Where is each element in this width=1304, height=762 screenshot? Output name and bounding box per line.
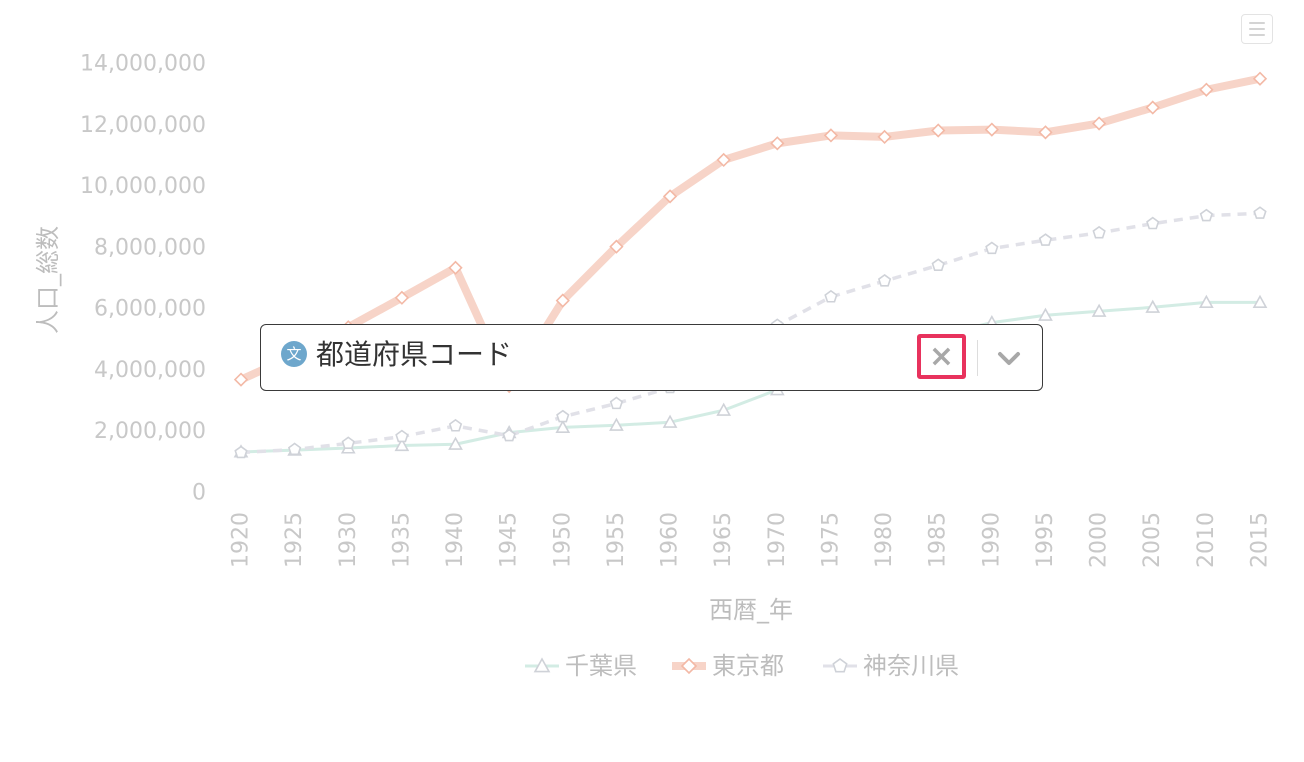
data-point [341, 436, 355, 450]
legend-label: 東京都 [712, 652, 784, 680]
prefecture-code-select[interactable]: 文 都道府県コード × [260, 324, 1043, 391]
y-axis-label: 人口_総数 [34, 226, 62, 334]
select-divider [977, 340, 978, 376]
data-point [824, 289, 838, 303]
x-tick-label: 1920 [229, 512, 254, 568]
select-value: 都道府県コード [316, 338, 513, 371]
data-point [832, 658, 848, 673]
x-tick-label: 1950 [550, 512, 575, 568]
x-tick-label: 2005 [1140, 512, 1165, 568]
x-tick-label: 1935 [389, 512, 414, 568]
chevron-down-icon[interactable] [996, 345, 1022, 371]
legend: 千葉県 東京都 神奈川県 [525, 652, 959, 680]
x-tick-label: 1930 [336, 512, 361, 568]
x-tick-label: 2015 [1248, 512, 1273, 568]
y-axis-ticks: 0 2,000,000 4,000,000 6,000,000 8,000,000 10,… [80, 52, 206, 506]
data-point [1038, 233, 1053, 246]
data-point [680, 657, 698, 675]
legend-label: 神奈川県 [863, 652, 959, 680]
x-tick-label: 2010 [1194, 512, 1219, 568]
text-type-icon: 文 [281, 341, 307, 367]
x-tick-label: 1960 [658, 512, 683, 568]
data-point [556, 409, 570, 423]
x-tick-label: 1940 [443, 512, 468, 568]
menu-line-icon [1249, 28, 1265, 30]
data-point [448, 418, 463, 432]
y-tick-label: 6,000,000 [94, 297, 206, 322]
data-point [1092, 225, 1106, 239]
x-tick-label: 1985 [926, 512, 951, 568]
x-tick-label: 1975 [818, 512, 843, 568]
legend-item[interactable]: 東京都 [672, 652, 784, 680]
data-point [609, 396, 624, 410]
legend-item[interactable]: 神奈川県 [823, 652, 959, 680]
y-tick-label: 10,000,000 [80, 174, 206, 199]
x-tick-label: 1965 [711, 512, 736, 568]
legend-item[interactable]: 千葉県 [525, 652, 637, 680]
data-point [287, 442, 302, 456]
y-tick-label: 0 [192, 481, 206, 506]
data-point [985, 241, 999, 255]
menu-line-icon [1249, 34, 1265, 36]
x-tick-label: 1995 [1033, 512, 1058, 568]
y-tick-label: 8,000,000 [94, 235, 206, 260]
series-lines [233, 71, 1268, 459]
data-point [1253, 206, 1267, 219]
data-point [234, 445, 248, 459]
x-axis-ticks: 1920 1925 1930 1935 1940 1945 1950 1955 1960 1965… [229, 512, 1273, 568]
clear-button[interactable]: × [917, 334, 966, 379]
x-tick-label: 1945 [497, 512, 522, 568]
y-tick-label: 2,000,000 [94, 419, 206, 444]
data-point [1146, 216, 1160, 230]
x-tick-label: 1990 [979, 512, 1004, 568]
data-point [1199, 208, 1214, 222]
chart-menu-button[interactable] [1241, 14, 1273, 44]
x-tick-label: 1970 [765, 512, 790, 568]
data-point [395, 429, 409, 443]
y-tick-label: 4,000,000 [94, 358, 206, 383]
data-point [877, 273, 892, 287]
x-tick-label: 1980 [872, 512, 897, 568]
x-axis-label: 西暦_年 [709, 596, 793, 624]
x-tick-label: 2000 [1087, 512, 1112, 568]
legend-label: 千葉県 [565, 652, 637, 680]
menu-line-icon [1249, 22, 1265, 24]
y-tick-label: 12,000,000 [80, 113, 206, 138]
x-tick-label: 1955 [604, 512, 629, 568]
x-tick-label: 1925 [282, 512, 307, 568]
data-point [931, 258, 945, 271]
y-tick-label: 14,000,000 [80, 52, 206, 77]
